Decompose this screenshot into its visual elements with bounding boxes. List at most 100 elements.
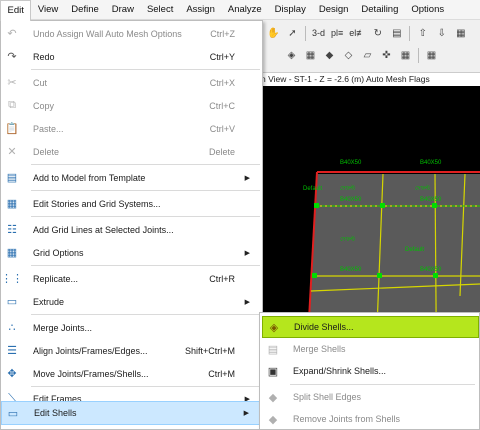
- design-icon[interactable]: ▦: [423, 47, 440, 64]
- menu-view[interactable]: View: [31, 0, 64, 19]
- menu-item-grid-options[interactable]: ▦ Grid Options ▶: [1, 241, 262, 264]
- replicate-icon: ⋮⋮: [1, 273, 23, 285]
- beam-label: B40X50: [340, 267, 362, 273]
- edit-shells-icon: ▭: [7, 407, 19, 420]
- shell-icon[interactable]: ▱: [359, 47, 376, 64]
- menu-item-copy[interactable]: ⧉ Copy Ctrl+C: [1, 94, 262, 117]
- rotate-icon[interactable]: ↻: [369, 25, 386, 42]
- menu-separator: [31, 265, 260, 266]
- extrude-icon[interactable]: ▦: [302, 47, 319, 64]
- extrude-label: Extrude: [33, 296, 65, 307]
- move-up-icon[interactable]: ⇧: [414, 25, 431, 42]
- menu-item-add-from-template[interactable]: ▤ Add to Model from Template ▶: [1, 166, 262, 189]
- menu-design[interactable]: Design: [312, 0, 355, 19]
- menu-item-add-grid-lines[interactable]: ☷ Add Grid Lines at Selected Joints...: [1, 218, 262, 241]
- menu-separator: [31, 314, 260, 315]
- divide-shells-label: Divide Shells...: [294, 322, 354, 332]
- menu-item-undo[interactable]: ↶ Undo Assign Wall Auto Mesh Options Ctr…: [1, 22, 262, 45]
- snap-icon[interactable]: ✜: [378, 47, 395, 64]
- add-grid-lines-label: Add Grid Lines at Selected Joints...: [33, 224, 174, 235]
- menu-item-align[interactable]: ☰ Align Joints/Frames/Edges... Shift+Ctr…: [1, 339, 262, 362]
- beam-label: B40X50: [340, 160, 362, 166]
- toolbar: ✋ ➚ 3-d pl≡ el≢ ↻ ▤ ⇧ ⇩ ▦ ◈ ▦ ◆ ◇ ▱ ✜ ▦ …: [255, 20, 480, 70]
- shell-label: Default: [405, 247, 424, 253]
- submenu-item-expand-shrink[interactable]: ▣ Expand/Shrink Shells...: [262, 360, 479, 382]
- menubar: Edit View Define Draw Select Assign Anal…: [0, 0, 480, 21]
- view-3d-button[interactable]: 3-d: [310, 28, 327, 38]
- extrude-icon: ▭: [6, 296, 18, 308]
- move-icon: ✥: [7, 368, 17, 380]
- menu-analyze[interactable]: Analyze: [221, 0, 268, 19]
- copy-label: Copy: [33, 100, 55, 111]
- joint: [432, 203, 437, 208]
- elevation-view-button[interactable]: el≢: [347, 28, 367, 38]
- perspective-icon[interactable]: ▤: [388, 25, 405, 42]
- joint: [314, 203, 319, 208]
- submenu-item-merge-shells[interactable]: ▤ Merge Shells: [262, 338, 479, 360]
- edit-shells-label: Edit Shells: [34, 408, 77, 418]
- submenu-arrow-icon: ▶: [244, 174, 250, 182]
- rubber-band-zoom-icon[interactable]: ➚: [284, 25, 301, 42]
- add-template-label: Add to Model from Template: [33, 172, 146, 183]
- submenu-item-remove-joints[interactable]: ◆ Remove Joints from Shells: [262, 408, 479, 430]
- menu-item-move[interactable]: ✥ Move Joints/Frames/Shells... Ctrl+M: [1, 362, 262, 385]
- edges-icon[interactable]: ◇: [340, 47, 357, 64]
- cut-label: Cut: [33, 77, 48, 88]
- joint: [433, 273, 438, 278]
- align-shortcut: Shift+Ctrl+M: [184, 345, 235, 356]
- menu-display[interactable]: Display: [268, 0, 312, 19]
- menu-item-delete[interactable]: ✕ Delete Delete: [1, 140, 262, 163]
- expand-shrink-icon: ▣: [267, 365, 279, 378]
- submenu-arrow-icon: ▶: [244, 298, 250, 306]
- menu-define[interactable]: Define: [65, 0, 105, 19]
- shell-label: দেফল্ট: [340, 235, 356, 243]
- edit-shells-submenu: ◈ Divide Shells... ▤ Merge Shells ▣ Expa…: [259, 312, 480, 430]
- menu-item-redo[interactable]: ↷ Redo Ctrl+Y: [1, 45, 262, 68]
- align-icon: ☰: [7, 345, 17, 357]
- move-label: Move Joints/Frames/Shells...: [33, 368, 149, 379]
- menu-edit[interactable]: Edit: [0, 0, 32, 21]
- fill-icon[interactable]: ◆: [321, 47, 338, 64]
- move-shortcut: Ctrl+M: [208, 368, 235, 379]
- beam-label: B40X50: [420, 160, 442, 166]
- menu-item-cut[interactable]: ✂ Cut Ctrl+X: [1, 71, 262, 94]
- menu-detailing[interactable]: Detailing: [355, 0, 405, 19]
- view-title: n View - ST-1 - Z = -2.6 (m) Auto Mesh F…: [255, 72, 480, 86]
- menu-item-extrude[interactable]: ▭ Extrude ▶: [1, 290, 262, 313]
- submenu-arrow-icon: ▶: [244, 249, 250, 257]
- joint: [380, 203, 385, 208]
- plan-view-button[interactable]: pl≡: [329, 28, 345, 38]
- menu-item-edit-shells[interactable]: ▭ Edit Shells ▶: [1, 401, 262, 425]
- paste-label: Paste...: [33, 123, 64, 134]
- menu-item-replicate[interactable]: ⋮⋮ Replicate... Ctrl+R: [1, 267, 262, 290]
- object-shrink-icon[interactable]: ◈: [283, 47, 300, 64]
- pan-icon[interactable]: ✋: [265, 25, 282, 42]
- toolbar-separator: [409, 25, 411, 41]
- menu-item-edit-stories[interactable]: ▦ Edit Stories and Grid Systems...: [1, 192, 262, 215]
- shell-label: দেফল্ট: [415, 184, 431, 192]
- paste-icon: 📋: [5, 123, 19, 135]
- move-down-icon[interactable]: ⇩: [433, 25, 450, 42]
- submenu-item-split-edges[interactable]: ◆ Split Shell Edges: [262, 386, 479, 408]
- delete-shortcut: Delete: [208, 146, 235, 157]
- menu-separator: [31, 164, 260, 165]
- divide-shells-icon: ◈: [269, 321, 279, 334]
- menu-item-merge-joints[interactable]: ∴ Merge Joints...: [1, 316, 262, 339]
- submenu-item-divide-shells[interactable]: ◈ Divide Shells...: [262, 316, 479, 338]
- scissors-icon: ✂: [7, 77, 17, 89]
- grid-icon[interactable]: ▦: [452, 25, 469, 42]
- grid-lines-icon: ☷: [7, 224, 17, 236]
- menu-options[interactable]: Options: [405, 0, 451, 19]
- template-icon: ▤: [6, 172, 18, 184]
- edit-stories-label: Edit Stories and Grid Systems...: [33, 198, 161, 209]
- redo-label: Redo: [33, 51, 55, 62]
- replicate-shortcut: Ctrl+R: [209, 273, 235, 284]
- options-icon[interactable]: ▦: [397, 47, 414, 64]
- merge-joints-icon: ∴: [8, 322, 16, 334]
- merge-shells-label: Merge Shells: [293, 344, 346, 354]
- menu-draw[interactable]: Draw: [105, 0, 140, 19]
- menu-assign[interactable]: Assign: [180, 0, 222, 19]
- menu-item-paste[interactable]: 📋 Paste... Ctrl+V: [1, 117, 262, 140]
- menu-select[interactable]: Select: [140, 0, 179, 19]
- menu-separator: [31, 216, 260, 217]
